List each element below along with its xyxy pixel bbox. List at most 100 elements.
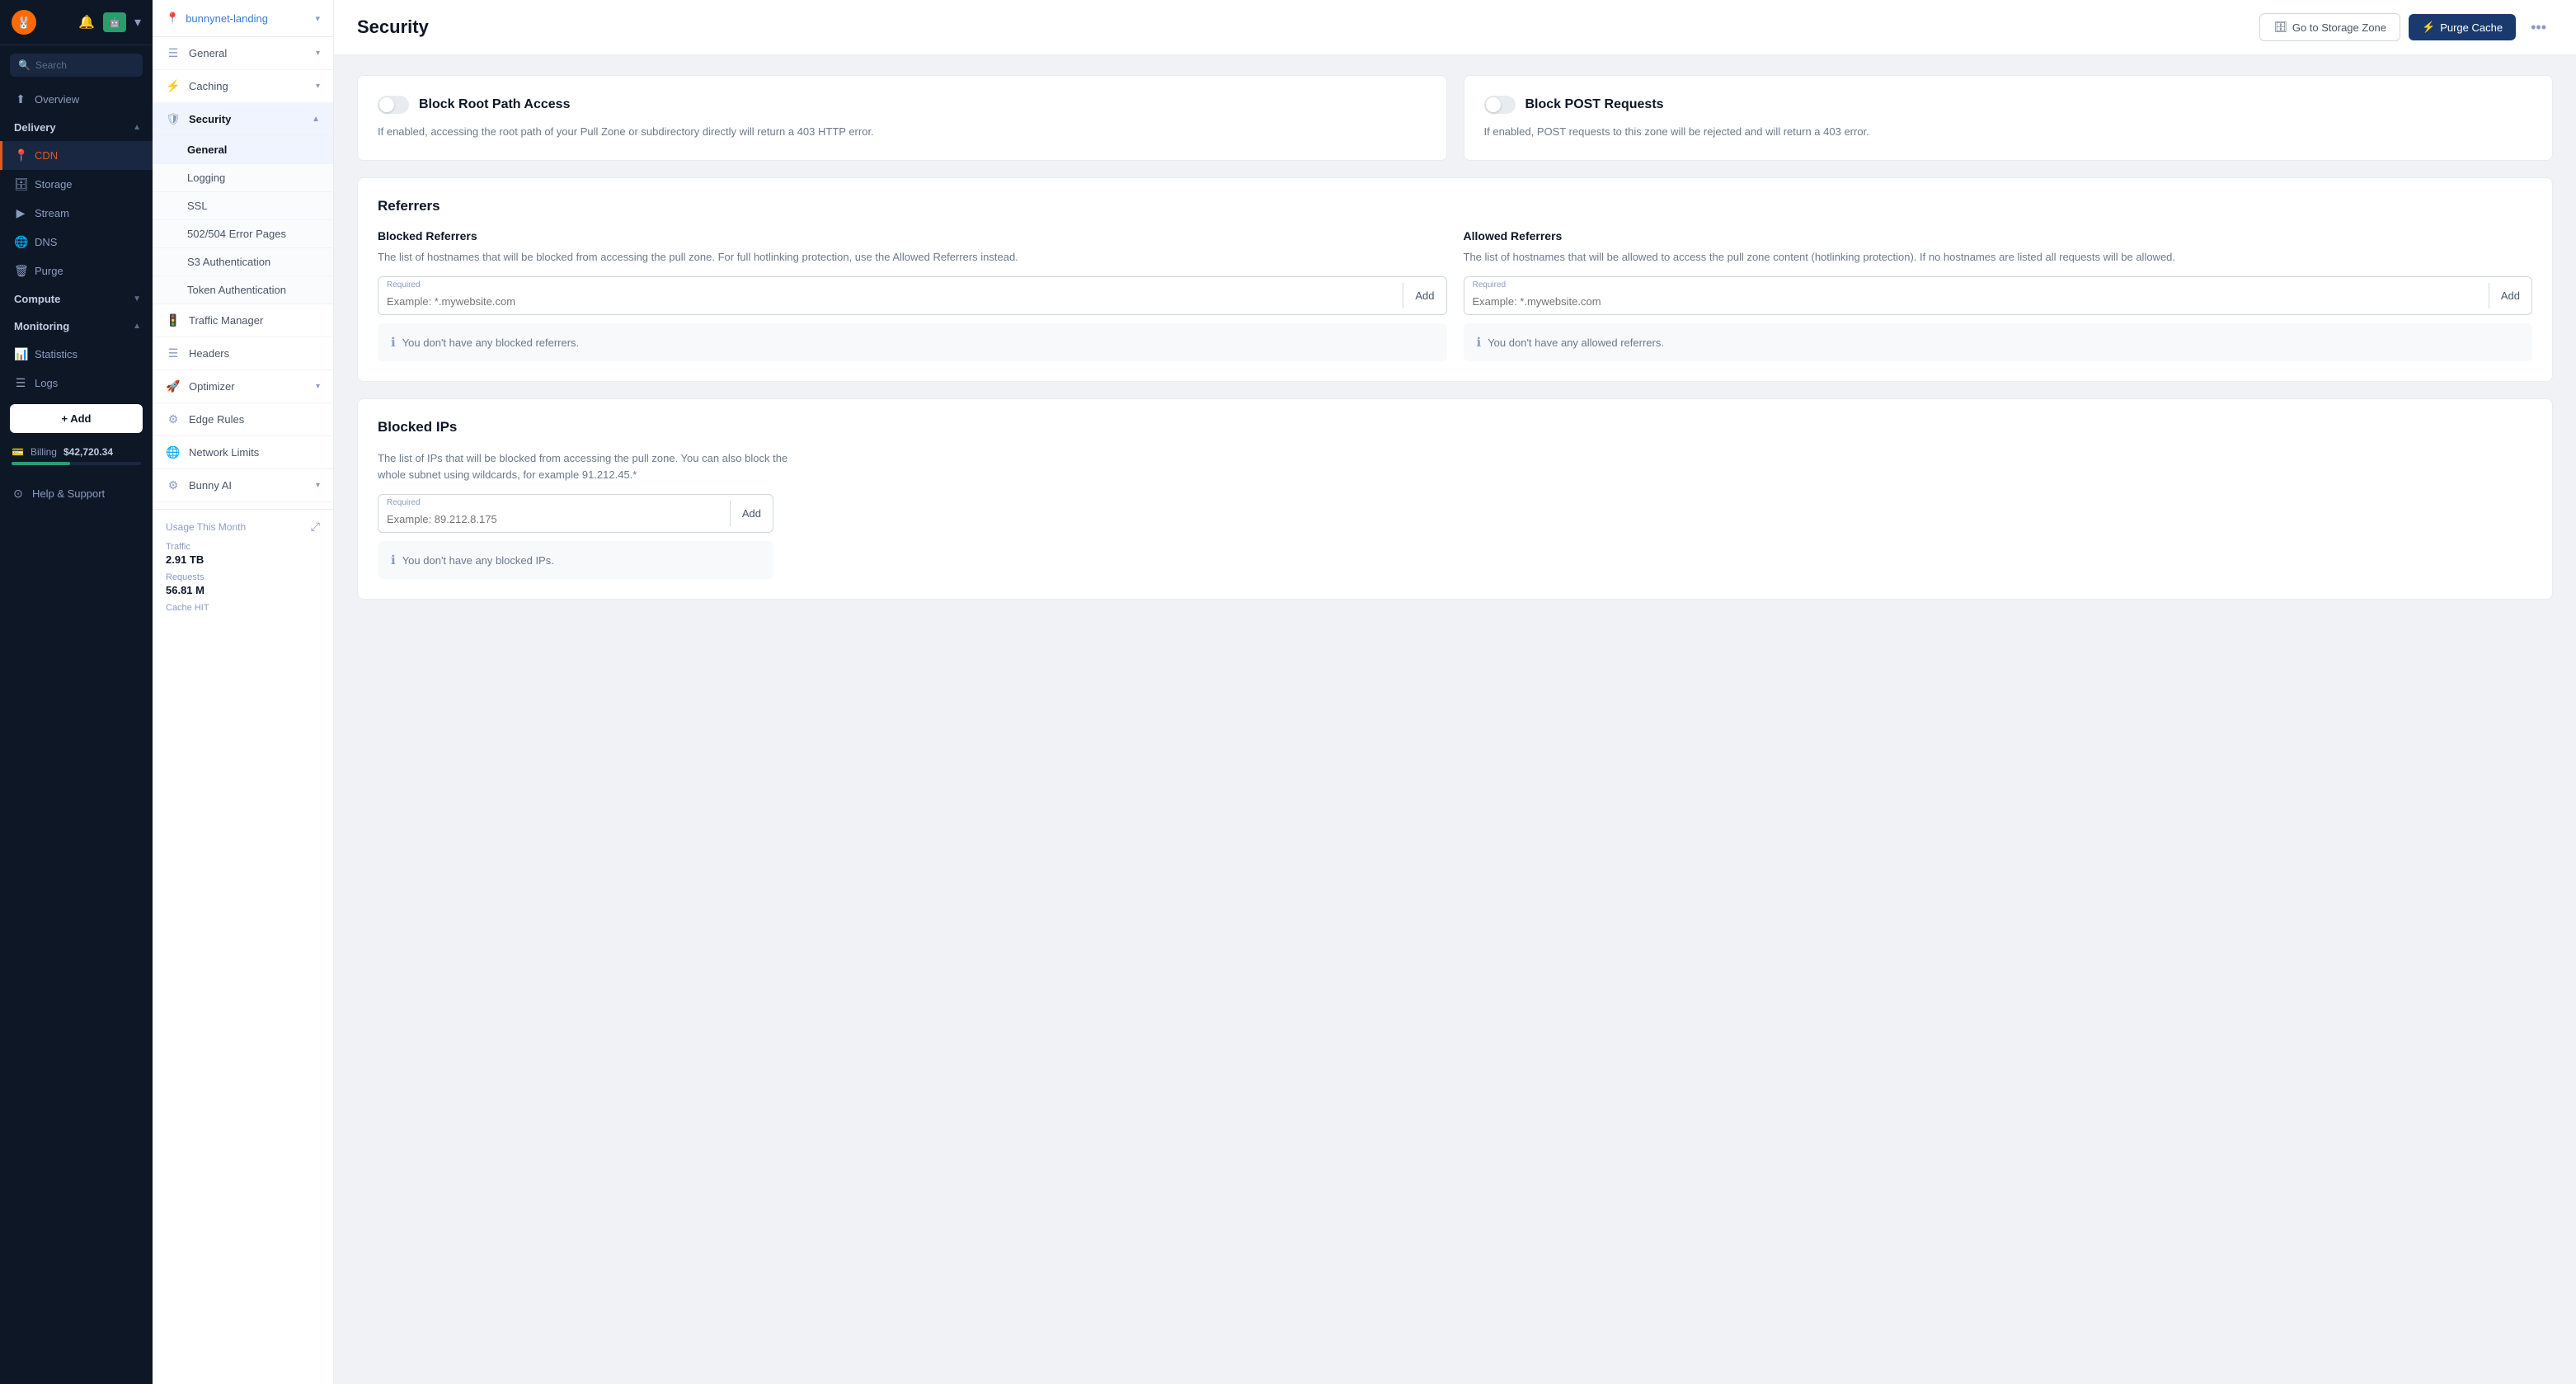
sidebar-item-dns[interactable]: 🌐 DNS [0,228,153,257]
logo: 🐰 [12,10,36,35]
blocked-ips-section: Blocked IPs The list of IPs that will be… [357,398,2553,600]
sidebar-header: 🐰 🔔 🤖 ▾ [0,0,153,45]
sidebar-item-label: Statistics [35,348,78,360]
expand-icon[interactable]: ⤢ [311,520,320,534]
overview-icon: ⬆ [14,92,27,106]
mid-nav-sec-logging[interactable]: Logging [153,164,333,192]
mid-nav-edge-rules[interactable]: ⚙ Edge Rules [153,403,333,436]
purge-btn-icon: ⚡ [2422,21,2435,34]
storage-icon: 🗄 [14,177,27,191]
traffic-stat-value: 2.91 TB [166,553,320,566]
block-root-title: Block Root Path Access [419,97,570,112]
billing-amount: $42,720.34 [63,446,113,458]
bunny-ai-chevron-icon: ▾ [316,481,320,490]
main-header: Security 🗄 Go to Storage Zone ⚡ Purge Ca… [334,0,2576,55]
blocked-ips-input[interactable] [378,495,730,532]
sidebar-item-stream[interactable]: ▶ Stream [0,199,153,228]
referrers-grid: Blocked Referrers The list of hostnames … [378,229,2532,362]
referrers-section: Referrers Blocked Referrers The list of … [357,177,2553,383]
sidebar-section-monitoring[interactable]: Monitoring ▲ [0,313,153,340]
logs-icon: ☰ [14,376,27,390]
sidebar-icons: 🔔 🤖 ▾ [78,12,141,32]
mid-nav-general[interactable]: ☰ General ▾ [153,37,333,70]
blocked-referrers-input[interactable] [378,277,1403,314]
purge-cache-label: Purge Cache [2440,21,2503,34]
bot-icon[interactable]: 🤖 [103,12,126,32]
allowed-referrers-input[interactable] [1464,277,2489,314]
blocked-ips-input-group: Required Add [378,494,773,533]
storage-btn-icon: 🗄 [2273,21,2287,34]
sidebar-section-compute[interactable]: Compute ▼ [0,285,153,313]
go-storage-label: Go to Storage Zone [2292,21,2386,34]
delivery-chevron-icon: ▲ [133,123,141,132]
mid-nav-bunny-ai[interactable]: ⚙ Bunny AI ▾ [153,469,333,502]
sidebar-item-logs[interactable]: ☰ Logs [0,369,153,398]
usage-section: Usage This Month ⤢ Traffic 2.91 TB Reque… [153,509,333,629]
mid-nav-caching[interactable]: ⚡ Caching ▾ [153,70,333,103]
mid-nav-sec-ssl[interactable]: SSL [153,192,333,220]
mid-nav-sec-s3-auth[interactable]: S3 Authentication [153,248,333,276]
monitoring-left: Monitoring [14,320,69,332]
add-button[interactable]: + Add [10,404,143,433]
mid-nav-sec-general[interactable]: General [153,136,333,164]
mid-nav-security[interactable]: 🛡 Security ▲ [153,103,333,136]
billing-label: Billing [31,446,57,458]
main-body: Block Root Path Access If enabled, acces… [334,55,2576,1384]
blocked-empty-text: You don't have any blocked referrers. [402,337,579,349]
blocked-referrers-add-button[interactable]: Add [1403,283,1445,308]
more-options-button[interactable]: ••• [2524,16,2553,40]
sidebar-item-label: Purge [35,265,63,277]
block-post-toggle[interactable] [1484,96,1516,114]
traffic-stat-label: Traffic [166,542,320,552]
mid-nav-optimizer[interactable]: 🚀 Optimizer ▾ [153,370,333,403]
sidebar-section-delivery[interactable]: Delivery ▲ [0,114,153,141]
sidebar-item-label: Overview [35,93,79,106]
traffic-left: 🚦 Traffic Manager [166,313,263,327]
caching-label: Caching [189,80,228,92]
stream-icon: ▶ [14,206,27,220]
compute-chevron-icon: ▼ [133,294,141,304]
security-chevron-icon: ▲ [312,115,320,124]
security-icon: 🛡 [166,112,181,126]
security-sub-menu: General Logging SSL 502/504 Error Pages … [153,136,333,304]
sidebar-item-statistics[interactable]: 📊 Statistics [0,340,153,369]
header-actions: 🗄 Go to Storage Zone ⚡ Purge Cache ••• [2259,13,2553,41]
allowed-input-row: Add [1464,277,2532,314]
block-root-card: Block Root Path Access If enabled, acces… [357,75,1447,161]
mid-nav-sec-error-pages[interactable]: 502/504 Error Pages [153,220,333,248]
allowed-referrers-title: Allowed Referrers [1464,229,2533,242]
billing-bar [12,462,141,465]
mid-nav: 📍 bunnynet-landing ▾ ☰ General ▾ ⚡ Cachi… [153,0,334,1384]
menu-chevron-icon[interactable]: ▾ [134,14,141,31]
compute-left: Compute [14,293,60,305]
allowed-referrers-add-button[interactable]: Add [2489,283,2531,308]
sidebar-item-cdn[interactable]: 📍 CDN [0,141,153,170]
zone-name-text: bunnynet-landing [186,12,268,25]
mid-nav-network-limits[interactable]: 🌐 Network Limits [153,436,333,469]
zone-selector[interactable]: 📍 bunnynet-landing ▾ [153,0,333,37]
sidebar-item-purge[interactable]: 🗑 Purge [0,257,153,285]
mid-nav-headers[interactable]: ☰ Headers [153,337,333,370]
go-storage-button[interactable]: 🗄 Go to Storage Zone [2259,13,2400,41]
block-root-toggle[interactable] [378,96,409,114]
page-title: Security [357,16,429,38]
notification-icon[interactable]: 🔔 [78,14,95,31]
general-label: General [189,47,227,59]
mid-nav-traffic-manager[interactable]: 🚦 Traffic Manager [153,304,333,337]
zone-name: 📍 bunnynet-landing [166,12,268,25]
blocked-referrers-empty: ℹ You don't have any blocked referrers. [378,323,1447,361]
bunny-ai-label: Bunny AI [189,479,232,492]
blocked-ips-empty-text: You don't have any blocked IPs. [402,554,554,567]
optimizer-chevron-icon: ▾ [316,382,320,391]
traffic-icon: 🚦 [166,313,181,327]
sidebar-item-label: Logs [35,377,58,389]
blocked-input-row: Add [378,277,1446,314]
mid-nav-sec-token-auth[interactable]: Token Authentication [153,276,333,304]
search-bar[interactable]: 🔍 Search [10,54,143,77]
sidebar-item-storage[interactable]: 🗄 Storage [0,170,153,199]
sidebar-item-overview[interactable]: ⬆ Overview [0,85,153,114]
blocked-ips-add-button[interactable]: Add [730,501,773,526]
billing-row: 💳 Billing $42,720.34 [12,446,141,458]
purge-cache-button[interactable]: ⚡ Purge Cache [2409,14,2516,40]
sidebar-item-help[interactable]: ⊙ Help & Support [0,478,153,509]
